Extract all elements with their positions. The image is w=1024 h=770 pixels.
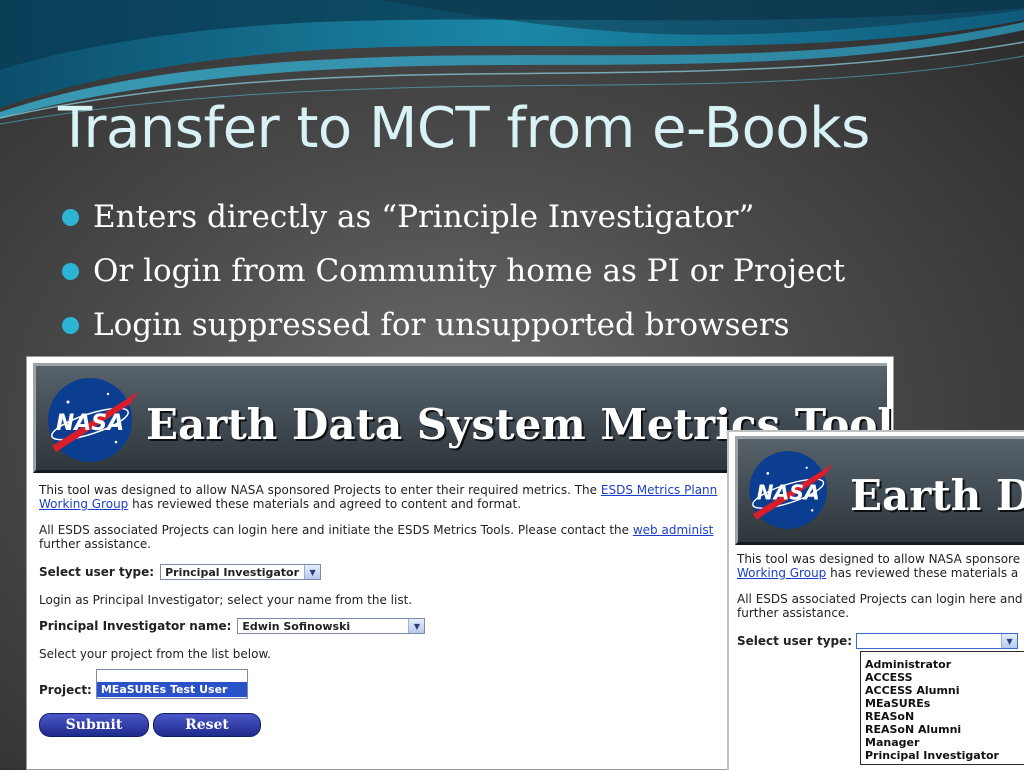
bullet-dot-icon	[62, 208, 79, 226]
overlay-login-text: All ESDS associated Projects can login h…	[737, 592, 1023, 606]
pi-name-label: Principal Investigator name:	[39, 619, 232, 633]
dropdown-option[interactable]: REASoN Alumni	[861, 723, 1024, 736]
project-listbox[interactable]: MEaSUREs Test User	[95, 669, 248, 699]
overlay-banner: NASA Earth D	[735, 436, 1024, 545]
reset-button[interactable]: Reset	[153, 713, 261, 737]
dropdown-option[interactable]: Administrator	[861, 658, 1024, 671]
svg-text:NASA: NASA	[757, 480, 820, 504]
nasa-logo-icon: NASA	[749, 451, 833, 529]
svg-text:NASA: NASA	[56, 411, 124, 436]
bullet-item: Login suppressed for unsupported browser…	[62, 298, 845, 352]
overlay-title: Earth D	[850, 471, 1024, 520]
chevron-down-icon: ▼	[304, 565, 321, 579]
bullet-dot-icon	[62, 262, 79, 280]
pi-name-select[interactable]: Edwin Sofinowski ▼	[237, 618, 426, 634]
bullet-list: Enters directly as “Principle Investigat…	[62, 190, 845, 352]
dropdown-option[interactable]: Manager	[861, 736, 1024, 749]
dropdown-option[interactable]: MEaSUREs	[861, 697, 1024, 710]
working-group-link[interactable]: Working Group	[39, 497, 128, 511]
overlay-user-type-row: Select user type: ▼	[737, 632, 1024, 650]
user-type-dropdown-list[interactable]: Administrator ACCESS ACCESS Alumni MEaSUREs…	[860, 651, 1024, 765]
chevron-down-icon: ▼	[408, 619, 425, 633]
nasa-logo-icon: NASA	[48, 378, 138, 462]
slide-title: Transfer to MCT from e-Books	[58, 96, 870, 161]
working-group-link[interactable]: Working Group	[737, 566, 826, 580]
overlay-user-type-select[interactable]: ▼	[856, 633, 1019, 649]
bullet-text: Login suppressed for unsupported browser…	[93, 307, 790, 343]
dropdown-option[interactable]: REASoN	[861, 710, 1024, 723]
overlay-intro: This tool was designed to allow NASA spo…	[737, 552, 1021, 566]
dropdown-option[interactable]: ACCESS Alumni	[861, 684, 1024, 697]
chevron-down-icon: ▼	[1001, 634, 1018, 648]
dropdown-option[interactable]: Principal Investigator	[861, 749, 1024, 762]
overlay-user-type-label: Select user type:	[737, 634, 853, 648]
bullet-text: Or login from Community home as PI or Pr…	[93, 253, 846, 289]
metrics-tool-dropdown-screenshot: NASA Earth D This tool was designed to a…	[727, 430, 1024, 770]
project-label: Project:	[39, 683, 92, 697]
user-type-label: Select user type:	[39, 565, 155, 579]
bullet-dot-icon	[62, 316, 79, 334]
bullet-text: Enters directly as “Principle Investigat…	[93, 199, 755, 235]
esds-metrics-planning-link[interactable]: ESDS Metrics Plann	[601, 483, 717, 497]
dropdown-option[interactable]: ACCESS	[861, 671, 1024, 684]
overlay-content: This tool was designed to allow NASA spo…	[737, 552, 1024, 650]
submit-button[interactable]: Submit	[39, 713, 149, 737]
web-administrator-link[interactable]: web administ	[633, 523, 714, 537]
bullet-item: Or login from Community home as PI or Pr…	[62, 244, 845, 298]
bullet-item: Enters directly as “Principle Investigat…	[62, 190, 845, 244]
user-type-select[interactable]: Principal Investigator ▼	[160, 564, 322, 580]
project-option-selected[interactable]: MEaSUREs Test User	[96, 682, 247, 697]
